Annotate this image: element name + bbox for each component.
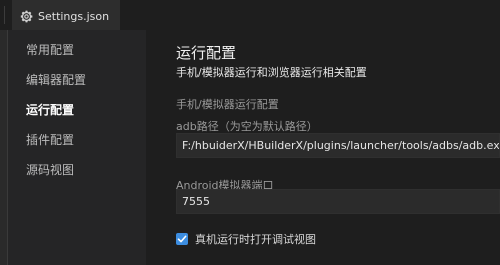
checkmark-icon <box>177 235 187 243</box>
tab-label: Settings.json <box>38 9 110 23</box>
debug-view-checkbox[interactable] <box>176 233 188 245</box>
tab-separator <box>4 6 5 24</box>
debug-view-label: 真机运行时打开调试视图 <box>195 233 316 246</box>
settings-nav: 常用配置 编辑器配置 运行配置 插件配置 源码视图 <box>8 30 146 265</box>
nav-item-general[interactable]: 常用配置 <box>26 41 74 58</box>
settings-content: 运行配置 手机/模拟器运行和浏览器运行相关配置 手机/模拟器运行配置 adb路径… <box>146 30 500 265</box>
tab-strip: Settings.json <box>0 0 500 30</box>
page-subtitle: 手机/模拟器运行和浏览器运行相关配置 <box>176 66 367 79</box>
nav-item-editor[interactable]: 编辑器配置 <box>26 71 86 88</box>
nav-item-run[interactable]: 运行配置 <box>26 101 74 118</box>
page-title: 运行配置 <box>176 44 237 62</box>
tab-settings-json[interactable]: Settings.json <box>12 0 120 30</box>
adb-path-label: adb路径（为空为默认路径） <box>176 120 318 133</box>
section-title: 手机/模拟器运行配置 <box>176 98 279 111</box>
nav-item-plugins[interactable]: 插件配置 <box>26 131 74 148</box>
left-gutter <box>0 30 8 265</box>
settings-window: Settings.json 常用配置 编辑器配置 运行配置 插件配置 源码视图 … <box>0 0 500 265</box>
emulator-port-input[interactable]: 7555 <box>176 189 500 214</box>
adb-path-input[interactable]: F:/hbuiderX/HBuilderX/plugins/launcher/t… <box>176 133 500 158</box>
gear-icon <box>20 10 33 22</box>
nav-item-source-view[interactable]: 源码视图 <box>26 161 74 178</box>
debug-view-option[interactable]: 真机运行时打开调试视图 <box>176 231 316 247</box>
